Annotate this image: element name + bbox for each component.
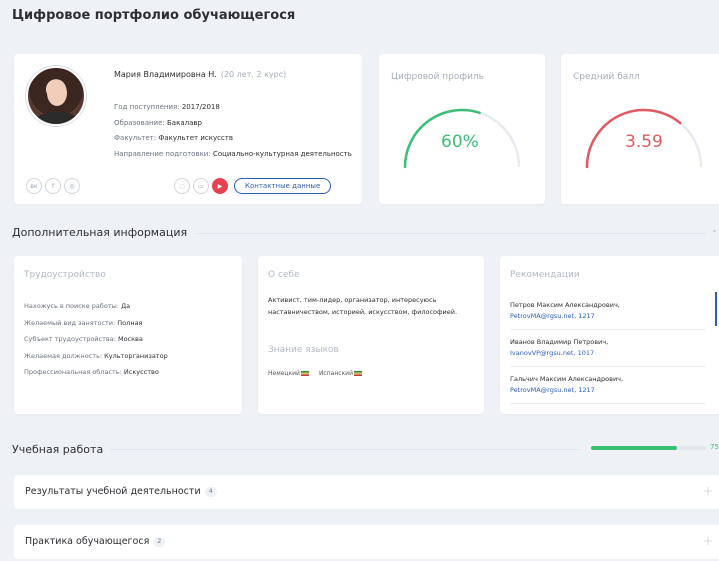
count-badge: 4 bbox=[204, 487, 217, 497]
languages-title: Знание языков bbox=[268, 345, 339, 355]
employment-title: Трудоустройство bbox=[24, 270, 106, 280]
employment-label: Нахожусь в поиске работы: bbox=[24, 302, 122, 310]
employment-value: Искусство bbox=[123, 368, 159, 376]
study-title: Учебная работа bbox=[12, 443, 104, 456]
gpa-value: 3.59 bbox=[625, 132, 663, 152]
employment-row: Субъект трудоустройства: Москва bbox=[24, 331, 168, 348]
info-row-direction: Направление подготовки: Социально-культу… bbox=[114, 147, 352, 163]
employment-row: Профессиональная область: Искусство bbox=[24, 364, 168, 381]
info-value: 2017/2018 bbox=[181, 103, 220, 111]
section-divider bbox=[110, 449, 580, 450]
recommender-contact[interactable]: PetrovMA@rgsu.net, 1217 bbox=[510, 311, 706, 322]
recommendation-item: Гальчич Максим Александрович, PetrovMA@r… bbox=[510, 374, 706, 404]
recommendation-item: Иванов Владимир Петрович, IvanovVP@rgsu.… bbox=[510, 337, 706, 367]
employment-row: Желаемый вид занятости: Полная bbox=[24, 315, 168, 332]
student-name: Мария Владимировна Н. (20 лет, 2 курс) bbox=[114, 70, 286, 79]
recommender-contact[interactable]: PetrovMA@rgsu.net, 1217 bbox=[510, 385, 706, 396]
about-title: О себе bbox=[268, 270, 300, 280]
study-progress-fill bbox=[591, 446, 678, 450]
page-title: Цифровое портфолио обучающегося bbox=[12, 8, 296, 23]
accordion-study-results[interactable]: Результаты учебной деятельности 4 + bbox=[14, 475, 719, 509]
employment-list: Нахожусь в поиске работы: Да Желаемый ви… bbox=[24, 298, 168, 381]
study-progress-bar bbox=[591, 446, 706, 450]
plus-icon[interactable]: + bbox=[703, 484, 713, 498]
employment-label: Желаемый вид занятости: bbox=[24, 318, 118, 327]
flag-icon bbox=[353, 371, 362, 376]
about-card: О себе Активист, тим-лидер, организатор,… bbox=[258, 256, 484, 414]
plus-icon[interactable]: + bbox=[703, 534, 713, 548]
employment-value: Москва bbox=[117, 335, 143, 343]
student-age: (20 лет, 2 курс) bbox=[220, 70, 287, 79]
recommendations-scrollbar[interactable] bbox=[715, 292, 717, 326]
skype-icon[interactable]: ◌ bbox=[174, 178, 190, 194]
digital-profile-gauge bbox=[403, 108, 521, 169]
gpa-gauge bbox=[585, 108, 703, 169]
info-value: Социально-культурная деятельность bbox=[212, 149, 352, 158]
save-icon[interactable]: ▭ bbox=[193, 178, 209, 194]
accordion-label: Результаты учебной деятельности 4 bbox=[25, 486, 217, 497]
section-divider bbox=[196, 233, 706, 234]
employment-card: Трудоустройство Нахожусь в поиске работы… bbox=[14, 256, 242, 414]
instagram-icon[interactable]: ◎ bbox=[64, 178, 80, 194]
vk-icon[interactable]: вк bbox=[26, 178, 42, 194]
employment-label: Субъект трудоустройства: bbox=[24, 335, 118, 343]
gpa-card: Средний балл 3.59 bbox=[561, 54, 719, 204]
info-row-education: Образование: Бакалавр bbox=[114, 116, 352, 132]
employment-row: Желаемая должность: Культорганизатор bbox=[24, 348, 168, 365]
recommender-name: Гальчич Максим Александрович, bbox=[510, 375, 624, 383]
recommendations-list: Петров Максим Александрович, PetrovMA@rg… bbox=[510, 300, 706, 411]
employment-value: Да bbox=[121, 302, 131, 310]
info-label: Факультет: bbox=[114, 134, 159, 142]
student-name-text: Мария Владимировна Н. bbox=[114, 70, 217, 79]
digital-profile-value: 60% bbox=[441, 132, 479, 152]
facebook-icon[interactable]: f bbox=[45, 178, 61, 194]
recommender-contact[interactable]: IvanovVP@rgsu.net, 1017 bbox=[510, 348, 706, 359]
info-row-year: Год поступления: 2017/2018 bbox=[114, 100, 352, 116]
language-item: Испанский bbox=[319, 370, 362, 377]
profile-card: Мария Владимировна Н. (20 лет, 2 курс) Го… bbox=[14, 54, 362, 204]
flag-icon bbox=[300, 371, 309, 376]
accordion-title: Результаты учебной деятельности bbox=[25, 486, 201, 497]
study-progress-label: 75 bbox=[710, 443, 719, 451]
youtube-icon[interactable]: ▶ bbox=[212, 178, 228, 194]
additional-info-title: Дополнительная информация bbox=[12, 226, 188, 239]
accordion-title: Практика обучающегося bbox=[25, 536, 150, 547]
employment-row: Нахожусь в поиске работы: Да bbox=[24, 298, 168, 315]
recommendations-card: Рекомендации Петров Максим Александрович… bbox=[500, 256, 719, 414]
info-value: Бакалавр bbox=[167, 118, 202, 127]
info-value: Факультет искусств bbox=[158, 134, 233, 142]
employment-label: Желаемая должность: bbox=[24, 351, 105, 360]
info-label: Направление подготовки: bbox=[114, 149, 213, 158]
chevron-down-icon[interactable]: ⌄ bbox=[711, 225, 718, 234]
recommender-name: Петров Максим Александрович, bbox=[510, 301, 620, 309]
employment-label: Профессиональная область: bbox=[24, 368, 124, 376]
language-name: Немецкий bbox=[268, 370, 300, 377]
avatar bbox=[26, 66, 86, 126]
student-info: Год поступления: 2017/2018 Образование: … bbox=[114, 100, 352, 162]
about-text: Активист, тим-лидер, организатор, интере… bbox=[268, 296, 458, 316]
recommendations-title: Рекомендации bbox=[510, 270, 580, 280]
employment-value: Культорганизатор bbox=[104, 351, 168, 360]
digital-profile-card: Цифровой профиль 60% bbox=[379, 54, 545, 204]
accordion-practice[interactable]: Практика обучающегося 2 + bbox=[14, 525, 719, 559]
employment-value: Полная bbox=[117, 318, 143, 327]
info-label: Год поступления: bbox=[114, 103, 182, 111]
count-badge: 2 bbox=[153, 537, 166, 547]
contact-row: ◌ ▭ ▶ Контактные данные bbox=[174, 178, 332, 194]
language-item: Немецкий bbox=[268, 370, 309, 377]
recommendation-item: Петров Максим Александрович, PetrovMA@rg… bbox=[510, 300, 706, 330]
languages-list: Немецкий Испанский bbox=[268, 370, 362, 377]
social-links: вк f ◎ bbox=[26, 178, 80, 194]
language-name: Испанский bbox=[318, 370, 353, 377]
info-row-faculty: Факультет: Факультет искусств bbox=[114, 131, 352, 147]
info-label: Образование: bbox=[114, 118, 167, 127]
accordion-label: Практика обучающегося 2 bbox=[25, 536, 166, 547]
recommender-name: Иванов Владимир Петрович, bbox=[510, 338, 609, 346]
contact-data-button[interactable]: Контактные данные bbox=[234, 178, 332, 194]
